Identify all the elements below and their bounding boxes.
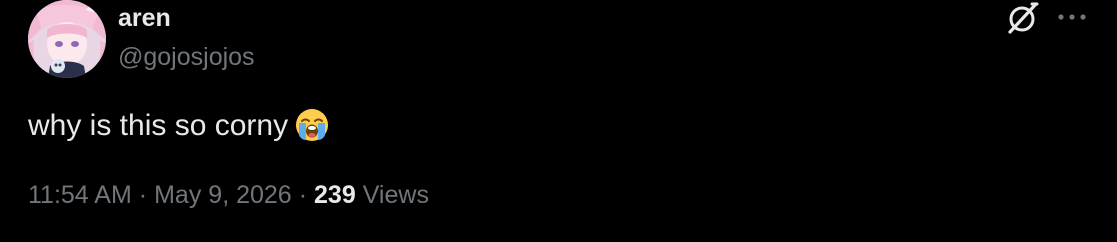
meta-separator: · xyxy=(298,181,308,209)
avatar-image xyxy=(28,0,106,78)
handle[interactable]: @gojosjojos xyxy=(118,42,255,72)
loudly-crying-face-icon xyxy=(294,107,330,143)
meta-separator: · xyxy=(138,181,148,209)
tweet-text: why is this so corny xyxy=(28,107,330,145)
avatar[interactable] xyxy=(28,0,106,78)
tweet-text-content: why is this so corny xyxy=(28,109,289,142)
tweet-date[interactable]: May 9, 2026 xyxy=(154,181,292,209)
tweet-time[interactable]: 11:54 AM xyxy=(28,181,132,209)
views-count[interactable]: 239 xyxy=(314,181,356,209)
tweet-meta: 11:54 AM · May 9, 2026 · 239 Views xyxy=(28,178,429,212)
views-label: Views xyxy=(362,181,429,209)
display-name[interactable]: aren xyxy=(118,3,171,33)
grok-icon[interactable] xyxy=(1005,1,1039,35)
tweet: aren @gojosjojos why is this so corny 11… xyxy=(0,0,1117,242)
more-icon[interactable] xyxy=(1057,10,1087,24)
